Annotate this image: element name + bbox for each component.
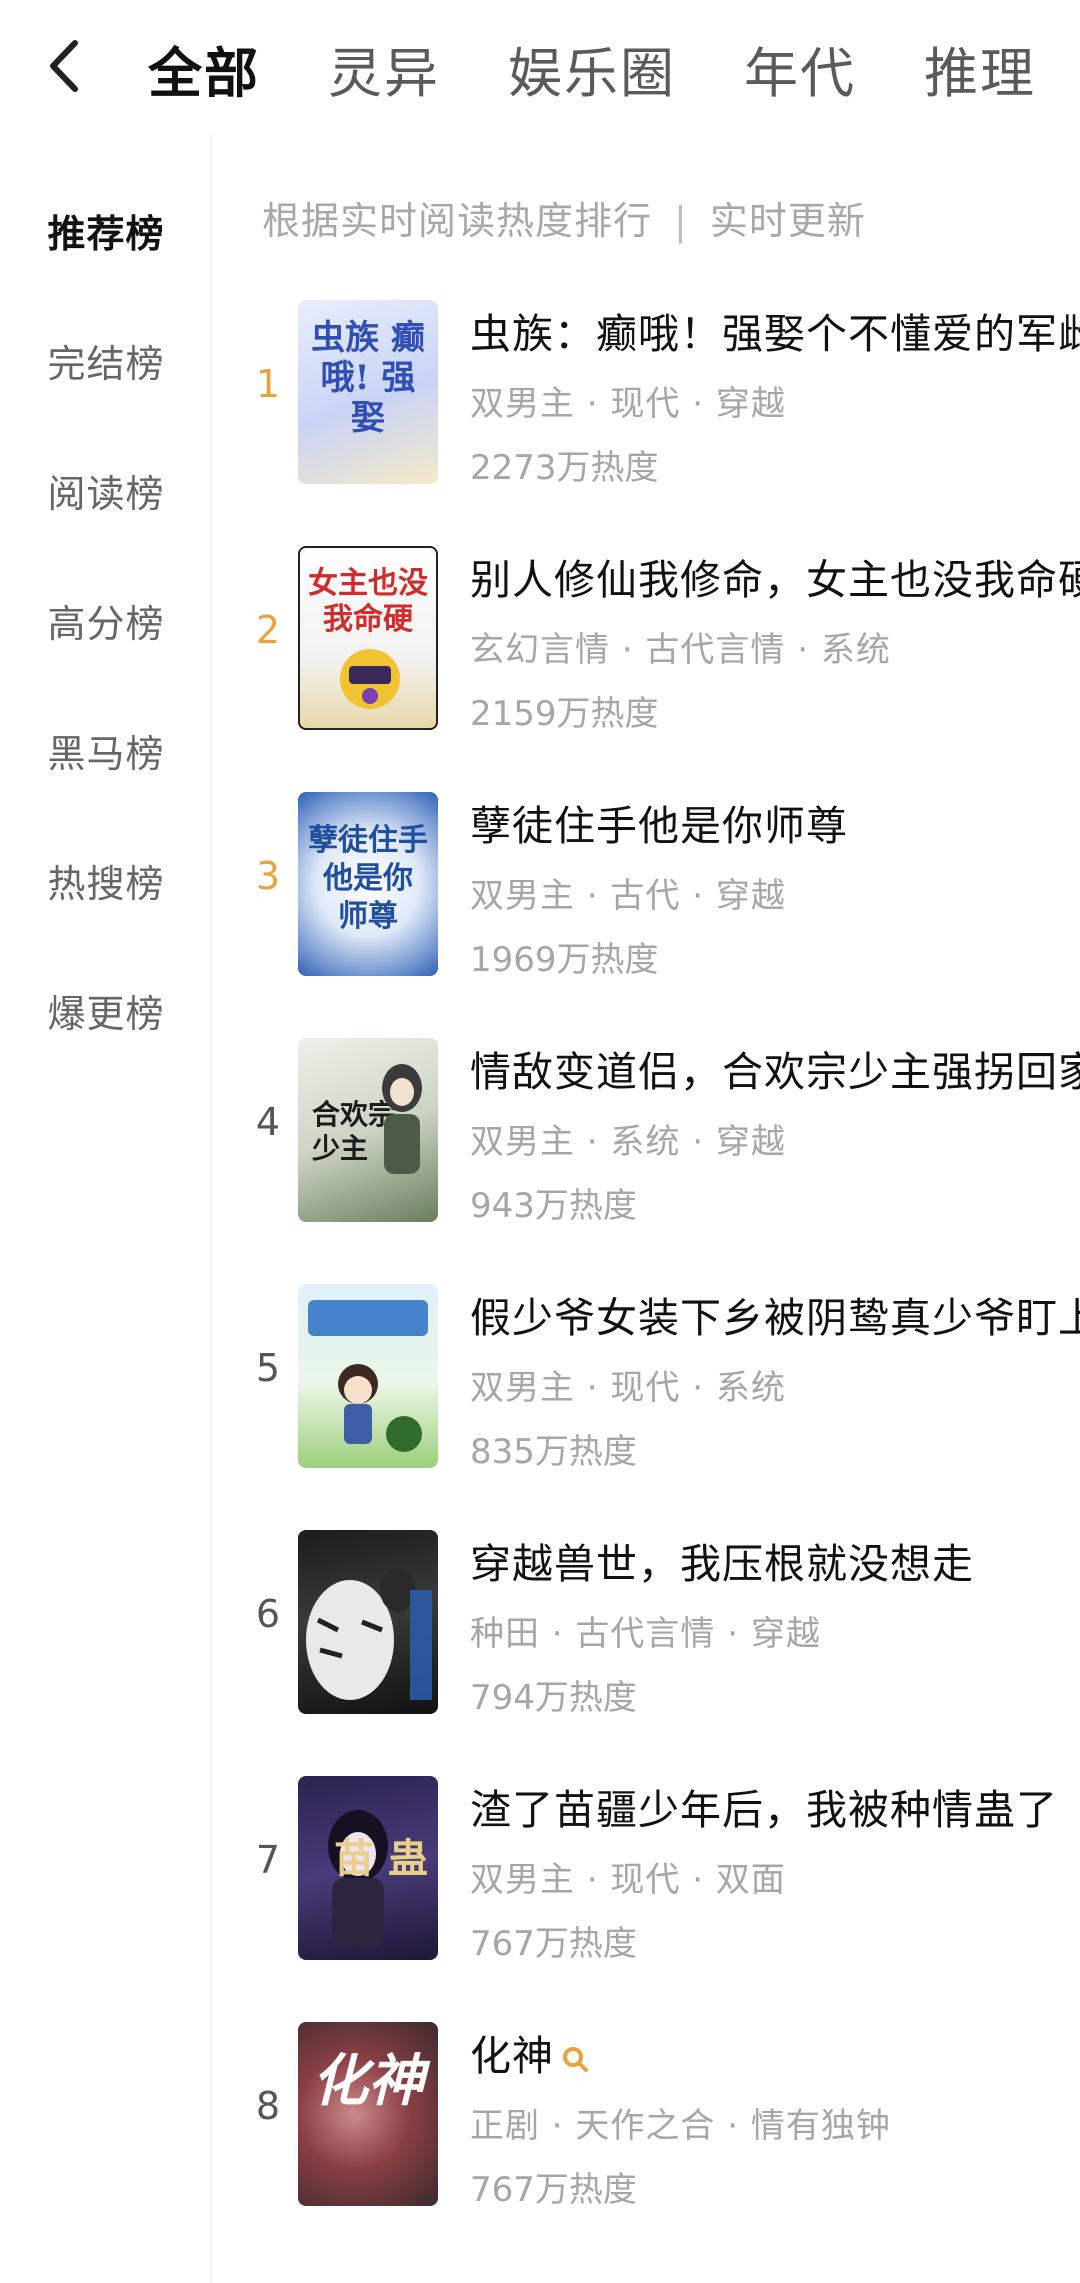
book-tags: 种田 · 古代言情 · 穿越	[470, 1614, 821, 1654]
tab-all[interactable]: 全部	[148, 29, 260, 108]
book-cover: 合欢宗 少主	[298, 1038, 438, 1222]
book-tags: 双男主 · 古代 · 穿越	[470, 876, 786, 916]
sidebar-item-high-score[interactable]: 高分榜	[0, 575, 212, 665]
book-title: 情敌变道侣，合欢宗少主强拐回家	[470, 1048, 1080, 1092]
sidebar-item-hot-search[interactable]: 热搜榜	[0, 835, 212, 925]
tab-era[interactable]: 年代	[744, 29, 856, 108]
rank-number: 5	[255, 1346, 281, 1390]
tiger-illustration-icon	[306, 1568, 432, 1700]
cover-title: 女主也没 我命硬	[308, 566, 428, 637]
book-heat: 1969万热度	[470, 940, 659, 980]
character-illustration-icon	[308, 1300, 428, 1452]
book-heat: 767万热度	[470, 2170, 637, 2210]
book-title: 渣了苗疆少年后，我被种情蛊了	[470, 1786, 1058, 1830]
rank-number: 8	[255, 2084, 281, 2128]
book-row[interactable]: 3 孽徒住手 他是你 师尊 孽徒住手他是你师尊 双男主 · 古代 · 穿越 19…	[212, 792, 1080, 988]
book-cover: 苗 蛊	[298, 1776, 438, 1960]
cover-title: 孽徒住手 他是你 师尊	[308, 823, 428, 934]
update-note: 实时更新	[709, 199, 866, 243]
category-tabs: 全部 灵异 娱乐圈 年代 推理	[148, 28, 1080, 108]
book-title: 假少爷女装下乡被阴鸷真少爷盯上	[470, 1294, 1080, 1338]
book-title: 虫族：癫哦！强娶个不懂爱的军雌	[470, 310, 1080, 354]
book-row[interactable]: 4 合欢宗 少主 情敌变道侣，合欢宗少主强拐回家 双男主 · 系统 · 穿越 9…	[212, 1038, 1080, 1234]
book-heat: 943万热度	[470, 1186, 637, 1226]
sidebar-item-dark-horse[interactable]: 黑马榜	[0, 705, 212, 795]
book-row[interactable]: 1 虫族 癫哦! 强娶 虫族：癫哦！强娶个不懂爱的军雌 双男主 · 现代 · 穿…	[212, 300, 1080, 496]
book-cover	[298, 1530, 438, 1714]
cover-title: 虫族 癫哦! 强娶	[311, 318, 425, 438]
book-title: 别人修仙我修命，女主也没我命硬	[470, 556, 1080, 600]
book-title: 穿越兽世，我压根就没想走	[470, 1540, 974, 1584]
rank-number: 2	[255, 608, 281, 652]
book-title: 孽徒住手他是你师尊	[470, 802, 848, 846]
rank-number: 3	[255, 854, 281, 898]
sidebar-item-finished[interactable]: 完结榜	[0, 315, 212, 405]
search-icon	[563, 2047, 588, 2072]
cartoon-character-icon	[340, 649, 400, 709]
rank-number: 1	[255, 362, 281, 406]
book-cover	[298, 1284, 438, 1468]
character-illustration-icon	[382, 1064, 422, 1174]
book-heat: 2273万热度	[470, 448, 659, 488]
book-tags: 双男主 · 系统 · 穿越	[470, 1122, 786, 1162]
book-row[interactable]: 7 苗 蛊 渣了苗疆少年后，我被种情蛊了 双男主 · 现代 · 双面 767万热…	[212, 1776, 1080, 1972]
book-row[interactable]: 8 化神 化神 正剧 · 天作之合 · 情有独钟 767万热度	[212, 2022, 1080, 2218]
book-heat: 2159万热度	[470, 694, 659, 734]
book-row[interactable]: 5 假少爷女装下乡被阴鸷真少爷盯上 双男主 · 现代 · 系统 835万热度	[212, 1284, 1080, 1480]
book-title: 化神	[470, 2022, 1080, 2076]
cover-title: 化神	[312, 2048, 424, 2114]
book-tags: 双男主 · 现代 · 双面	[470, 1860, 786, 1900]
book-cover: 化神	[298, 2022, 438, 2206]
top-tab-bar: 全部 灵异 娱乐圈 年代 推理	[0, 0, 1080, 130]
sidebar-item-reading[interactable]: 阅读榜	[0, 445, 212, 535]
sidebar-item-recommend[interactable]: 推荐榜	[0, 185, 212, 275]
cover-title: 苗 蛊	[334, 1835, 428, 1882]
ranking-subtitle: 根据实时阅读热度排行 | 实时更新	[262, 190, 866, 245]
book-cover: 女主也没 我命硬	[298, 546, 438, 730]
ranking-rule-text: 根据实时阅读热度排行	[262, 199, 653, 243]
book-heat: 767万热度	[470, 1924, 637, 1964]
book-cover: 孽徒住手 他是你 师尊	[298, 792, 438, 976]
book-heat: 835万热度	[470, 1432, 637, 1472]
book-heat: 794万热度	[470, 1678, 637, 1718]
tab-supernatural[interactable]: 灵异	[328, 29, 440, 108]
tab-entertainment[interactable]: 娱乐圈	[508, 29, 676, 108]
book-tags: 玄幻言情 · 古代言情 · 系统	[470, 630, 891, 670]
book-cover: 虫族 癫哦! 强娶	[298, 300, 438, 484]
rank-number: 6	[255, 1592, 281, 1636]
rank-number: 7	[255, 1838, 281, 1882]
book-tags: 正剧 · 天作之合 · 情有独钟	[470, 2106, 891, 2146]
ranking-sidebar: 推荐榜 完结榜 阅读榜 高分榜 黑马榜 热搜榜 爆更榜	[0, 134, 212, 2283]
book-tags: 双男主 · 现代 · 穿越	[470, 384, 786, 424]
book-title-text: 化神	[470, 2032, 554, 2076]
book-row[interactable]: 6 穿越兽世，我压根就没想走 种田 · 古代言情 · 穿越 794万热度	[212, 1530, 1080, 1726]
subtitle-separator: |	[674, 199, 688, 243]
book-tags: 双男主 · 现代 · 系统	[470, 1368, 786, 1408]
back-button[interactable]	[40, 34, 88, 98]
tab-mystery[interactable]: 推理	[924, 29, 1036, 108]
book-row[interactable]: 2 女主也没 我命硬 别人修仙我修命，女主也没我命硬 玄幻言情 · 古代言情 ·…	[212, 546, 1080, 742]
chevron-left-icon	[50, 40, 78, 92]
rank-number: 4	[255, 1100, 281, 1144]
sidebar-item-update-burst[interactable]: 爆更榜	[0, 965, 212, 1055]
